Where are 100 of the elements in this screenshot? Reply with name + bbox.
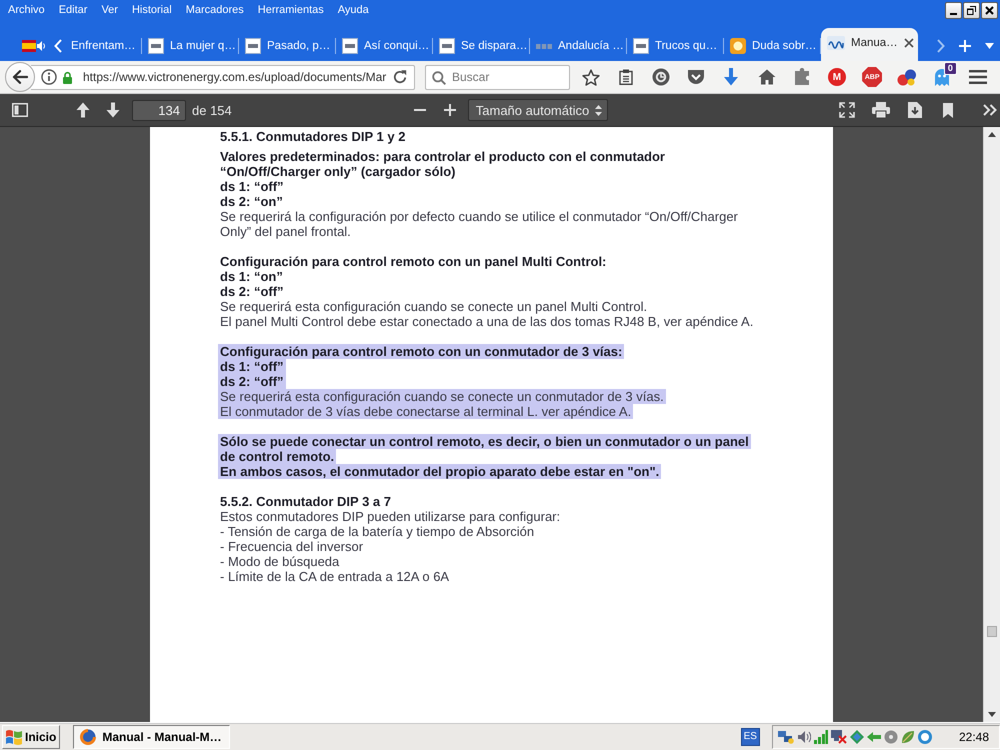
browser-tab[interactable]: Trucos qu…: [627, 31, 724, 61]
bookmark-icon[interactable]: [942, 102, 953, 118]
language-indicator[interactable]: ES: [740, 728, 760, 746]
close-icon[interactable]: [904, 38, 914, 48]
menu-item[interactable]: Editar: [52, 2, 94, 18]
save-icon[interactable]: [908, 102, 922, 118]
close-button[interactable]: [981, 2, 998, 18]
tile-icon: [633, 38, 649, 54]
updown-icon: [595, 104, 602, 116]
globe-icon: [80, 728, 96, 744]
info-icon[interactable]: [41, 69, 57, 85]
zoom-in-icon[interactable]: [444, 104, 456, 116]
menu-item[interactable]: Marcadores: [178, 2, 251, 18]
signal-icon[interactable]: [814, 730, 828, 744]
dots-icon[interactable]: [897, 68, 918, 86]
text-line: Se requerirá esta configuración cuando se conecte un panel Multi Control.: [219, 299, 648, 314]
menu-icon[interactable]: [968, 70, 987, 84]
restore-button[interactable]: [963, 2, 980, 18]
ring-icon[interactable]: [918, 730, 932, 744]
up-arrow-icon[interactable]: [76, 102, 90, 118]
clipboard-icon[interactable]: [618, 69, 634, 85]
browser-tab[interactable]: Duda sobr…: [724, 31, 821, 61]
minimize-button[interactable]: [945, 2, 962, 18]
menu-item[interactable]: Ver: [94, 2, 125, 18]
plus-icon[interactable]: [959, 40, 971, 52]
section-heading: 5.5.1. Conmutadores DIP 1 y 2: [219, 129, 406, 144]
double-chevron-icon[interactable]: [982, 104, 997, 116]
text-line: ds 1: “on”: [219, 269, 284, 284]
tile-icon: [439, 38, 455, 54]
clock-icon[interactable]: [652, 68, 670, 86]
puzzle-icon[interactable]: [792, 68, 811, 86]
chevron-right-icon[interactable]: [937, 39, 945, 53]
text-line: Configuración para control remoto con un panel Multi Control:: [219, 254, 608, 269]
text-line: Only” del panel frontal.: [219, 224, 352, 239]
sidebar-toggle-icon[interactable]: [12, 103, 28, 117]
lock-icon[interactable]: [62, 70, 73, 84]
star-icon[interactable]: [582, 68, 600, 86]
menu-item[interactable]: Herramientas: [250, 2, 331, 18]
text-line: ds 2: “on”: [219, 194, 284, 209]
clock: 22:48: [958, 730, 989, 744]
flag-speaker-icon[interactable]: [22, 39, 46, 53]
download-icon[interactable]: [723, 68, 740, 86]
text-line: - Tensión de carga de la batería y tiempo de Absorción: [219, 524, 536, 539]
browser-tab[interactable]: Manua…: [821, 28, 918, 61]
scroll-up-icon[interactable]: [988, 132, 996, 137]
text-line: Estos conmutadores DIP pueden utilizarse para configurar:: [219, 509, 562, 524]
page-count-label: de 154: [192, 102, 232, 118]
down-arrow-icon[interactable]: [106, 102, 120, 118]
restore-icon: [967, 6, 976, 14]
menu-item[interactable]: Historial: [124, 2, 179, 18]
text-line: - Límite de la CA de entrada a 12A o 6A: [219, 569, 450, 584]
menu-item[interactable]: Ayuda: [330, 2, 376, 18]
browser-tab[interactable]: Así conqui…: [336, 31, 433, 61]
text-line: ds 2: “off”: [219, 284, 285, 299]
notification-badge: 0: [944, 62, 957, 75]
text-line: Valores predeterminados: para controlar el producto con el conmutador: [219, 149, 666, 164]
close-icon: [985, 6, 994, 14]
browser-tab[interactable]: Enfrentam…: [68, 31, 142, 61]
text-line: El panel Multi Control debe estar conectado a una de las dos tomas RJ48 B, ver apéndice A.: [219, 314, 754, 329]
leaf-icon[interactable]: [900, 730, 915, 744]
text-line: - Modo de búsqueda: [219, 554, 340, 569]
text-line: - Frecuencia del inversor: [219, 539, 364, 554]
page-number-field[interactable]: 134: [132, 100, 186, 120]
network-icon[interactable]: [778, 730, 794, 744]
tile-icon: [148, 38, 164, 54]
tile-icon: [342, 38, 358, 54]
wave-logo-icon: [827, 36, 845, 50]
speaker-icon[interactable]: [796, 730, 811, 744]
search-field[interactable]: Buscar: [425, 64, 570, 90]
url-field[interactable]: https://www.victronenergy.com.es/upload/documents/Mar: [31, 64, 415, 90]
monitor-x-icon[interactable]: [830, 730, 847, 744]
faded-logo-icon: [536, 44, 552, 48]
browser-tab[interactable]: Pasado, p…: [239, 31, 336, 61]
arrow-icon[interactable]: [866, 732, 881, 742]
disc-icon[interactable]: [884, 730, 898, 744]
browser-tab[interactable]: Se dispara…: [433, 31, 530, 61]
diamond-icon[interactable]: [850, 730, 864, 744]
print-icon[interactable]: [872, 102, 890, 118]
back-button[interactable]: [5, 62, 35, 92]
caret-down-icon[interactable]: [985, 43, 994, 49]
start-button[interactable]: Inicio: [2, 724, 60, 748]
taskbar-button[interactable]: Manual - Manual-M…: [73, 724, 230, 748]
scrollbar[interactable]: [983, 127, 1000, 722]
scrollbar-thumb[interactable]: [987, 626, 997, 638]
zoom-dropdown[interactable]: Tamaño automático: [468, 99, 608, 121]
shield-icon[interactable]: [687, 69, 706, 85]
extension-button[interactable]: M: [828, 68, 846, 86]
reload-icon[interactable]: [392, 69, 408, 85]
browser-tab[interactable]: La mujer q…: [142, 31, 239, 61]
flag-icon: [5, 728, 23, 744]
home-icon[interactable]: [758, 69, 776, 85]
browser-tab[interactable]: Andalucía …: [530, 31, 627, 61]
scroll-down-icon[interactable]: [988, 712, 996, 717]
back-arrow-icon: [12, 70, 28, 84]
text-line: Se requerirá la configuración por defecto cuando se utilice el conmutador “On/Off/Charger: [219, 209, 739, 224]
fullscreen-icon[interactable]: [838, 102, 855, 118]
text-line: ds 1: “off”: [219, 179, 285, 194]
menu-item[interactable]: Archivo: [1, 2, 52, 18]
chevron-left-icon[interactable]: [54, 39, 62, 53]
search-icon: [432, 70, 446, 84]
